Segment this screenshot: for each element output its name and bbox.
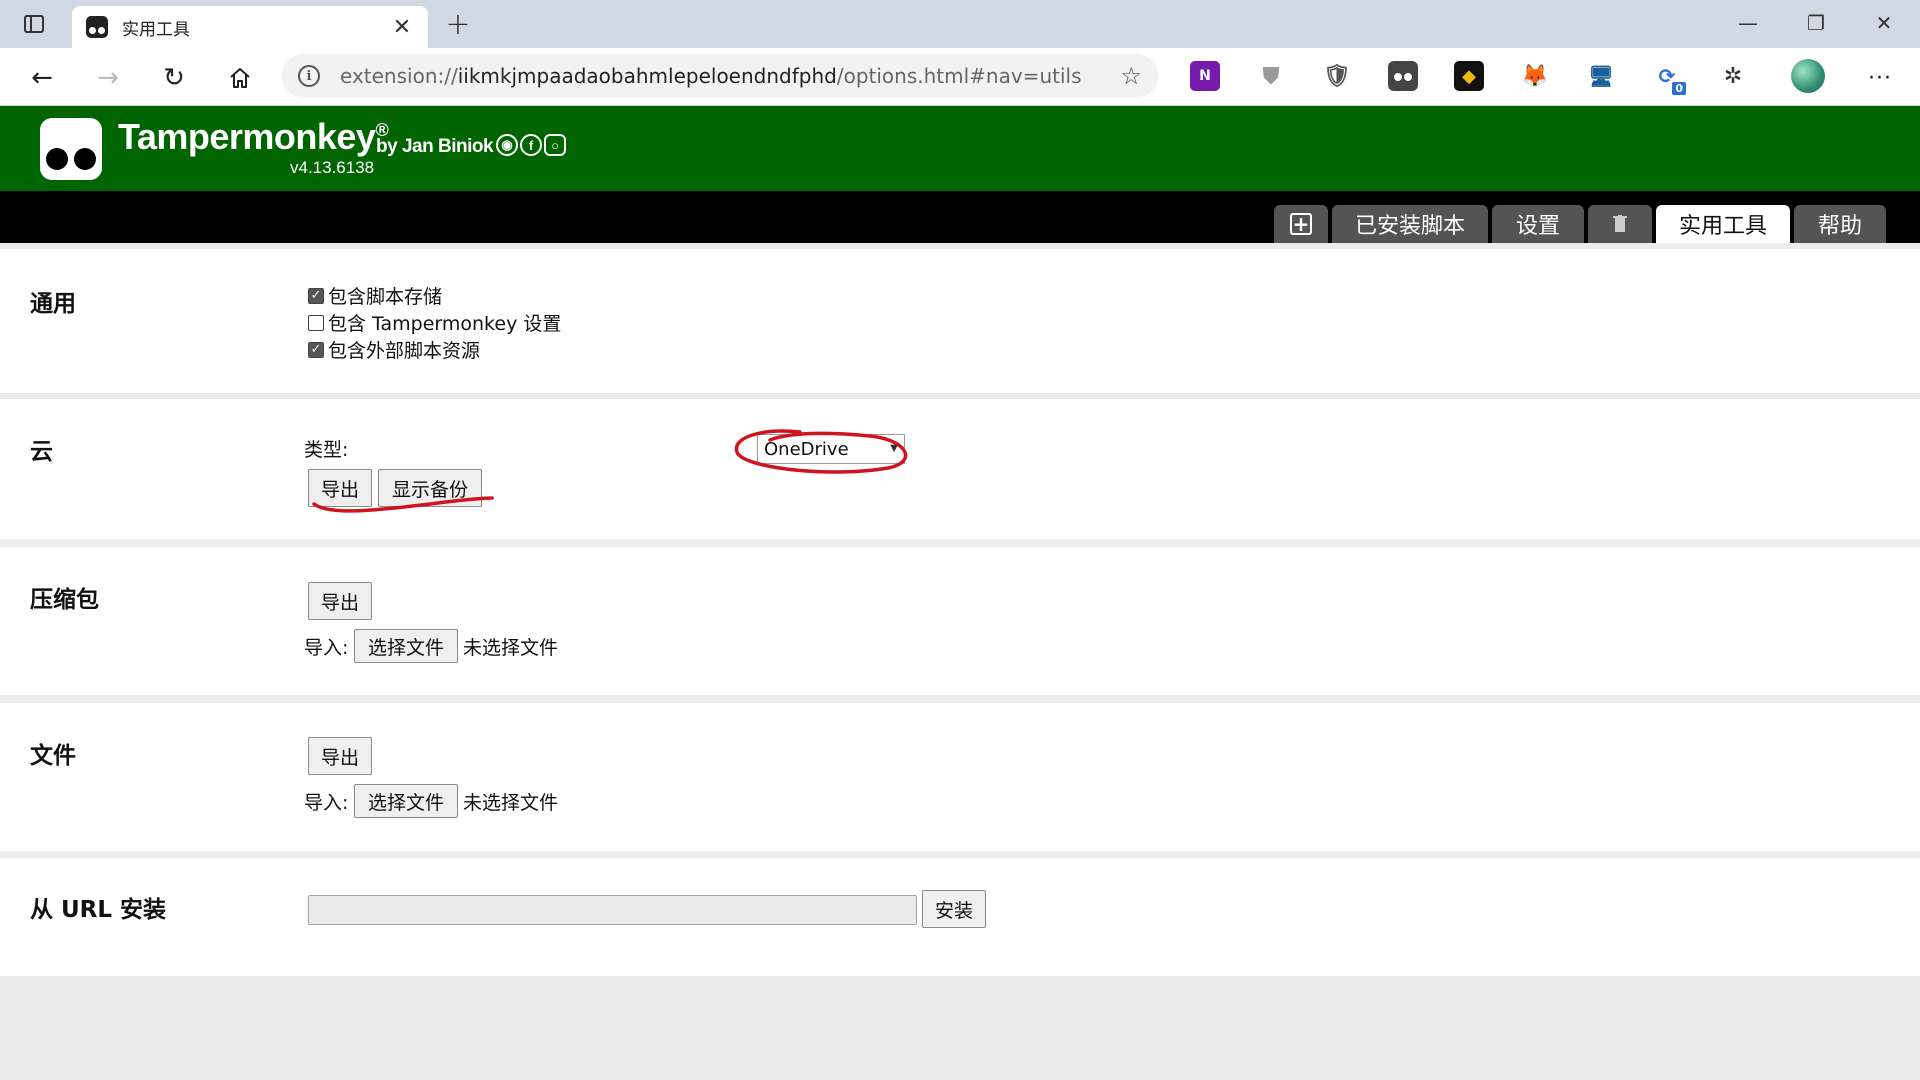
checkbox-unchecked-icon[interactable] [308,314,324,331]
option-label: 包含外部脚本资源 [328,340,481,362]
shield-gray-extension-icon[interactable]: ⛊ [1256,61,1286,91]
option-include-script-storage[interactable]: ✓ 包含脚本存储 [308,282,442,309]
cloud-type-value: OneDrive [764,438,849,460]
tampermonkey-extension-icon[interactable] [1388,61,1418,91]
file-choose-file-button[interactable]: 选择文件 [354,784,458,818]
home-button[interactable] [220,58,260,98]
tab-close-icon[interactable]: ✕ [390,15,414,40]
home-icon [230,68,250,88]
trash-icon [1613,215,1627,232]
zip-export-button[interactable]: 导出 [308,582,372,620]
browser-tab-strip: 实用工具 ✕ + — ❐ ✕ [0,0,1920,48]
more-menu-icon[interactable]: ··· [1860,58,1900,98]
cloud-type-label: 类型: [304,439,349,461]
back-button[interactable]: ← [22,58,62,98]
section-file-title: 文件 [30,743,76,769]
zip-no-file-label: 未选择文件 [463,637,559,659]
tab-settings[interactable]: 设置 [1492,205,1584,243]
section-file [0,703,1920,851]
close-window-button[interactable]: ✕ [1856,0,1912,46]
chevron-down-icon: ▼ [890,443,898,454]
new-tab-button[interactable]: + [440,6,476,42]
url-text[interactable]: extension://iikmkjmpaadaobahmlepeloendnd… [340,64,1120,88]
cloud-export-button[interactable]: 导出 [308,469,372,507]
checkbox-checked-icon[interactable]: ✓ [308,287,324,304]
option-label: 包含 Tampermonkey 设置 [328,313,562,335]
facebook-icon[interactable]: f [520,134,542,156]
checkbox-checked-icon[interactable]: ✓ [308,341,324,358]
browser-toolbar: ← → ↻ i extension://iikmkjmpaadaobahmlep… [0,48,1920,106]
section-url-install-title: 从 URL 安装 [30,897,167,923]
metamask-fox-icon[interactable]: 🦊 [1520,61,1550,91]
file-import-label: 导入: [304,792,349,814]
privacy-badger-extension-icon[interactable]: 🛡 [1322,61,1352,91]
extensions-puzzle-icon[interactable]: ✲ [1718,61,1748,91]
install-url-input[interactable] [308,895,917,925]
tab-utilities[interactable]: 实用工具 [1656,205,1790,243]
install-button[interactable]: 安装 [922,890,986,928]
tab-installed-scripts[interactable]: 已安装脚本 [1332,205,1488,243]
address-bar[interactable]: i extension://iikmkjmpaadaobahmlepeloend… [282,54,1158,98]
app-version: v4.13.6138 [290,158,375,177]
browser-tab-active[interactable]: 实用工具 ✕ [72,6,428,48]
zip-import-label: 导入: [304,637,349,659]
file-no-file-label: 未选择文件 [463,792,559,814]
binance-extension-icon[interactable]: ◆ [1454,61,1484,91]
file-export-button[interactable]: 导出 [308,737,372,775]
tampermonkey-header: Tampermonkey® by Jan Biniok ◉ f ○ v4.13.… [0,106,1920,191]
tab-title: 实用工具 [122,19,190,40]
restore-button[interactable]: ❐ [1788,0,1844,46]
tab-help[interactable]: 帮助 [1794,205,1886,243]
instagram-icon[interactable]: ○ [544,134,566,156]
github-icon[interactable]: ◉ [496,134,518,156]
tab-actions-icon[interactable] [16,6,52,42]
onenote-extension-icon[interactable]: N [1190,61,1220,91]
tab-trash[interactable] [1588,205,1652,243]
section-zip-title: 压缩包 [30,587,99,613]
profile-avatar[interactable] [1791,59,1825,93]
section-general [0,249,1920,393]
app-title: Tampermonkey® [118,116,389,157]
extension-badge: 0 [1672,82,1686,95]
tab-new-script[interactable]: + [1274,205,1328,243]
section-general-title: 通用 [30,291,76,317]
options-nav-bar: + 已安装脚本 设置 实用工具 帮助 [0,191,1920,243]
add-script-icon: + [1290,213,1312,235]
sync-extension-icon[interactable]: ⟳ 0 [1652,61,1686,95]
refresh-button[interactable]: ↻ [154,58,194,98]
tampermonkey-favicon-icon [86,16,108,38]
option-include-external-resources[interactable]: ✓ 包含外部脚本资源 [308,336,480,363]
screen-monitor-extension-icon[interactable]: 🖥 [1586,61,1616,91]
section-cloud [0,399,1920,539]
zip-choose-file-button[interactable]: 选择文件 [354,629,458,663]
add-favorite-icon[interactable]: ☆ [1120,62,1142,90]
forward-button[interactable]: → [88,58,128,98]
show-backup-button[interactable]: 显示备份 [378,469,482,507]
option-label: 包含脚本存储 [328,286,443,308]
section-zip [0,547,1920,695]
section-cloud-title: 云 [30,439,53,465]
option-include-tm-settings[interactable]: 包含 Tampermonkey 设置 [308,309,561,336]
site-info-icon[interactable]: i [298,65,320,87]
minimize-button[interactable]: — [1720,0,1776,46]
author-byline: by Jan Biniok [376,136,494,157]
tampermonkey-logo [40,118,102,180]
cloud-type-select[interactable]: OneDrive ▼ [757,434,905,464]
